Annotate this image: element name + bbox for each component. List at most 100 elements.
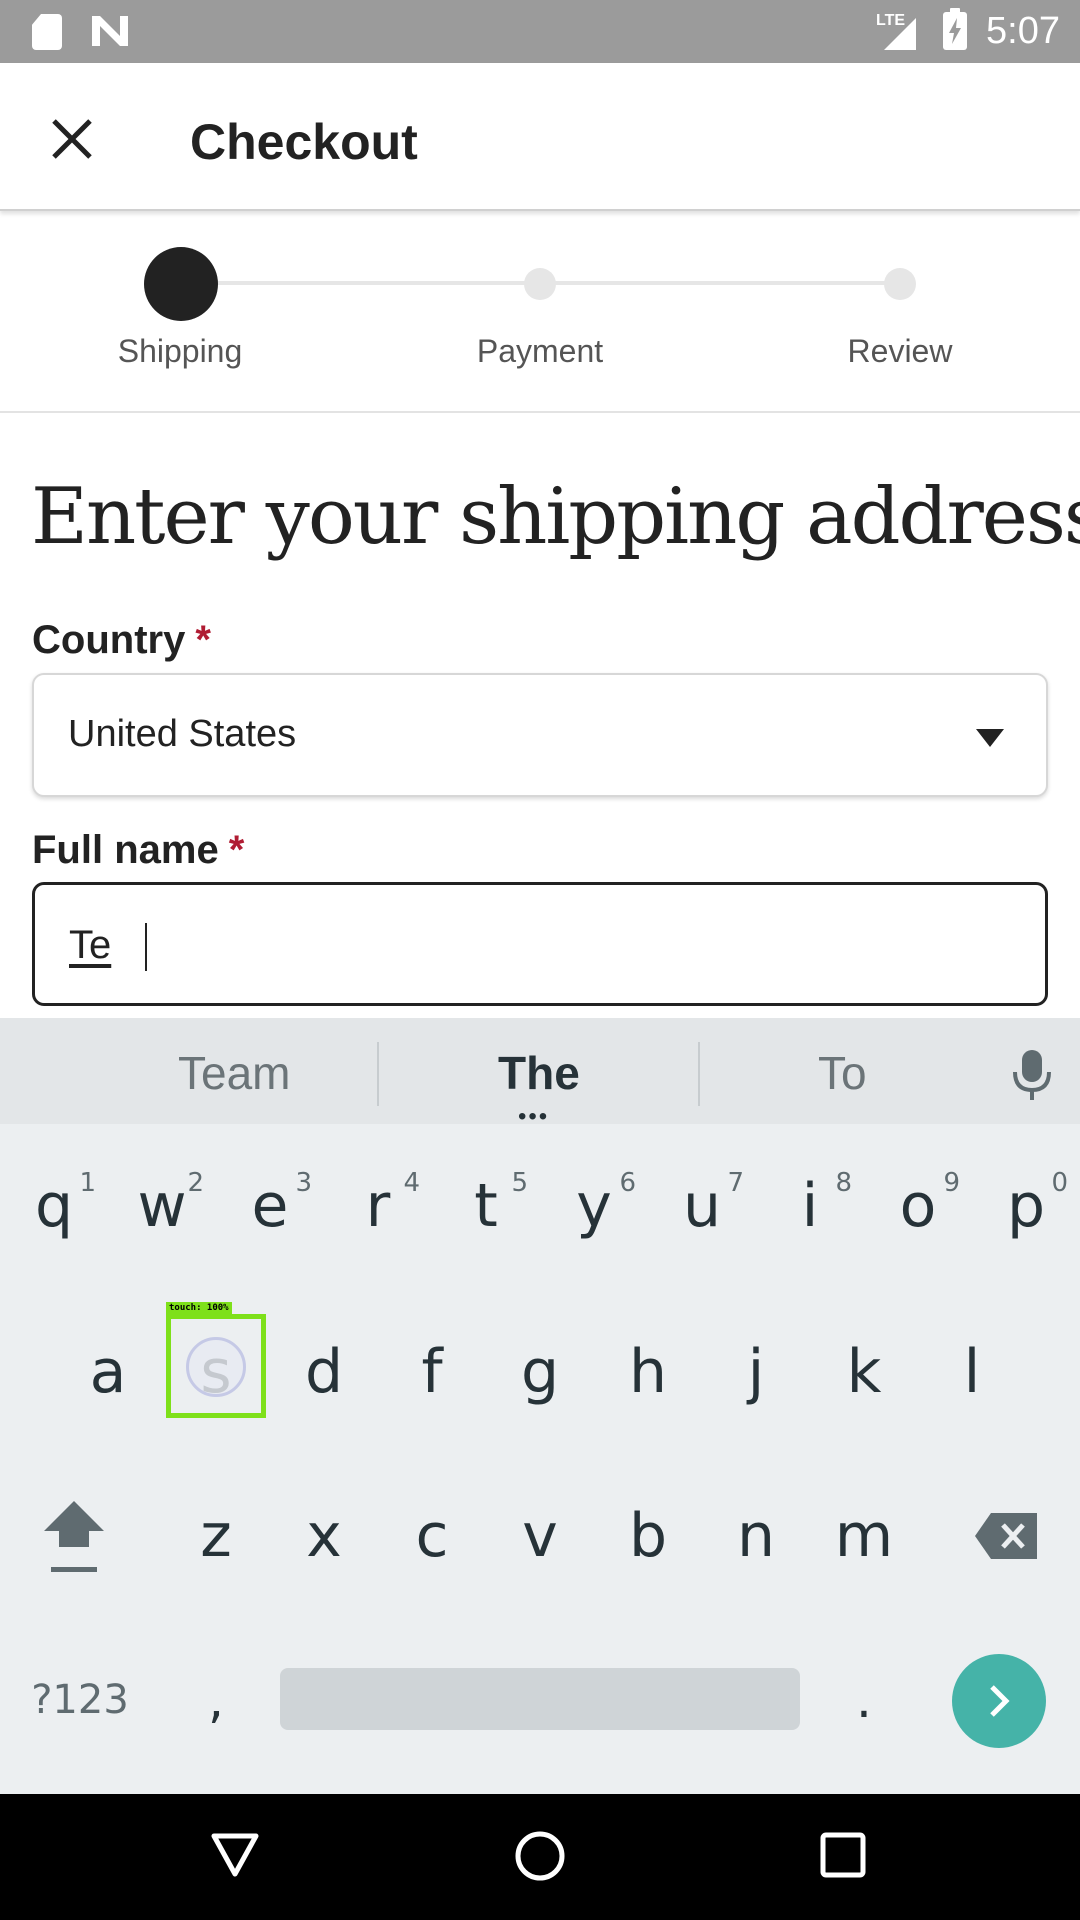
chevron-down-icon bbox=[976, 729, 1004, 747]
required-mark: * bbox=[228, 828, 245, 872]
battery-charging-icon bbox=[943, 8, 967, 50]
step-label-payment: Payment bbox=[476, 333, 604, 369]
checkout-stepper: Shipping Payment Review bbox=[0, 211, 1080, 413]
key-label: i bbox=[801, 1171, 819, 1241]
key-q[interactable]: q1 bbox=[4, 1146, 104, 1266]
key-hint: 2 bbox=[187, 1168, 204, 1198]
symbols-key[interactable]: ?123 bbox=[18, 1640, 142, 1760]
key-d[interactable]: d bbox=[274, 1312, 374, 1432]
key-x[interactable]: x bbox=[274, 1476, 374, 1596]
next-button[interactable] bbox=[952, 1654, 1046, 1748]
key-c[interactable]: c bbox=[382, 1476, 482, 1596]
key-label: m bbox=[834, 1501, 894, 1571]
key-i[interactable]: i8 bbox=[760, 1146, 860, 1266]
close-button[interactable] bbox=[36, 103, 108, 175]
key-h[interactable]: h bbox=[598, 1312, 698, 1432]
suggestion-bar: Team The ••• To bbox=[0, 1018, 1080, 1130]
key-k[interactable]: k bbox=[814, 1312, 914, 1432]
key-label: z bbox=[200, 1501, 232, 1571]
key-j[interactable]: j bbox=[706, 1312, 806, 1432]
step-connector bbox=[540, 281, 900, 285]
key-g[interactable]: g bbox=[490, 1312, 590, 1432]
key-label: g bbox=[520, 1337, 560, 1407]
shift-icon bbox=[44, 1501, 104, 1572]
key-hint: 3 bbox=[295, 1168, 312, 1198]
home-icon[interactable] bbox=[514, 1830, 566, 1882]
country-select[interactable]: United States bbox=[32, 673, 1048, 797]
full-name-label-text: Full name bbox=[32, 828, 219, 872]
n-notification-icon bbox=[92, 16, 128, 46]
key-n[interactable]: n bbox=[706, 1476, 806, 1596]
touch-tag: touch: 100% bbox=[166, 1302, 232, 1315]
back-icon[interactable] bbox=[210, 1832, 260, 1878]
key-o[interactable]: o9 bbox=[868, 1146, 968, 1266]
full-name-field[interactable]: Te bbox=[32, 882, 1048, 1006]
shift-key[interactable] bbox=[24, 1476, 124, 1596]
step-indicator-shipping bbox=[144, 247, 218, 321]
microphone-icon[interactable] bbox=[1010, 1048, 1054, 1102]
text-cursor bbox=[145, 923, 147, 971]
key-w[interactable]: w2 bbox=[112, 1146, 212, 1266]
key-label: d bbox=[304, 1337, 344, 1407]
key-l[interactable]: l bbox=[922, 1312, 1022, 1432]
key-p[interactable]: p0 bbox=[976, 1146, 1076, 1266]
step-indicator-review bbox=[884, 268, 916, 300]
app-bar: Checkout bbox=[0, 63, 1080, 211]
key-label: u bbox=[682, 1171, 722, 1241]
key-hint: 0 bbox=[1051, 1168, 1068, 1198]
key-v[interactable]: v bbox=[490, 1476, 590, 1596]
full-name-label: Full name * bbox=[32, 828, 244, 873]
key-label: n bbox=[736, 1501, 776, 1571]
required-mark: * bbox=[195, 618, 211, 662]
key-t[interactable]: t5 bbox=[436, 1146, 536, 1266]
key-r[interactable]: r4 bbox=[328, 1146, 428, 1266]
key-label: f bbox=[421, 1337, 443, 1407]
close-icon bbox=[52, 119, 92, 159]
key-hint: 4 bbox=[403, 1168, 420, 1198]
key-label: b bbox=[628, 1501, 668, 1571]
key-f[interactable]: f bbox=[382, 1312, 482, 1432]
key-hint: 9 bbox=[943, 1168, 960, 1198]
key-label: q bbox=[34, 1171, 74, 1241]
space-bar[interactable] bbox=[280, 1668, 800, 1730]
signal-icon bbox=[884, 18, 916, 50]
key-label: v bbox=[522, 1501, 558, 1571]
recents-icon[interactable] bbox=[820, 1832, 866, 1878]
page-title: Checkout bbox=[190, 114, 418, 170]
country-label: Country * bbox=[32, 618, 211, 663]
suggestion-divider bbox=[377, 1042, 379, 1106]
key-m[interactable]: m bbox=[814, 1476, 914, 1596]
key-hint: 7 bbox=[727, 1168, 744, 1198]
key-a[interactable]: a bbox=[58, 1312, 158, 1432]
suggestion-more-dots: ••• bbox=[518, 1103, 550, 1130]
key-label: . bbox=[856, 1671, 872, 1729]
form-heading: Enter your shipping address bbox=[31, 472, 1080, 562]
touch-highlight-box bbox=[166, 1314, 266, 1418]
suggestion-the[interactable]: The bbox=[498, 1046, 580, 1100]
key-label: y bbox=[576, 1171, 612, 1241]
suggestion-divider bbox=[698, 1042, 700, 1106]
status-bar: LTE 5:07 bbox=[0, 0, 1080, 63]
key-label: c bbox=[415, 1501, 449, 1571]
suggestion-to[interactable]: To bbox=[818, 1046, 867, 1100]
key-hint: 5 bbox=[511, 1168, 528, 1198]
sd-card-icon bbox=[32, 14, 62, 50]
key-y[interactable]: y6 bbox=[544, 1146, 644, 1266]
step-label-review: Review bbox=[847, 333, 953, 369]
key-e[interactable]: e3 bbox=[220, 1146, 320, 1266]
full-name-value: Te bbox=[69, 923, 112, 967]
key-label: p bbox=[1006, 1171, 1046, 1241]
key-label: a bbox=[89, 1337, 127, 1407]
step-indicator-payment bbox=[524, 268, 556, 300]
country-value: United States bbox=[68, 713, 297, 755]
key-hint: 1 bbox=[79, 1168, 96, 1198]
key-b[interactable]: b bbox=[598, 1476, 698, 1596]
suggestion-team[interactable]: Team bbox=[178, 1046, 290, 1100]
period-key[interactable]: . bbox=[814, 1640, 914, 1760]
key-z[interactable]: z bbox=[166, 1476, 266, 1596]
comma-key[interactable]: , bbox=[166, 1640, 266, 1760]
system-nav-bar bbox=[0, 1794, 1080, 1920]
backspace-key[interactable] bbox=[956, 1476, 1056, 1596]
key-u[interactable]: u7 bbox=[652, 1146, 752, 1266]
step-label-shipping: Shipping bbox=[117, 333, 243, 369]
